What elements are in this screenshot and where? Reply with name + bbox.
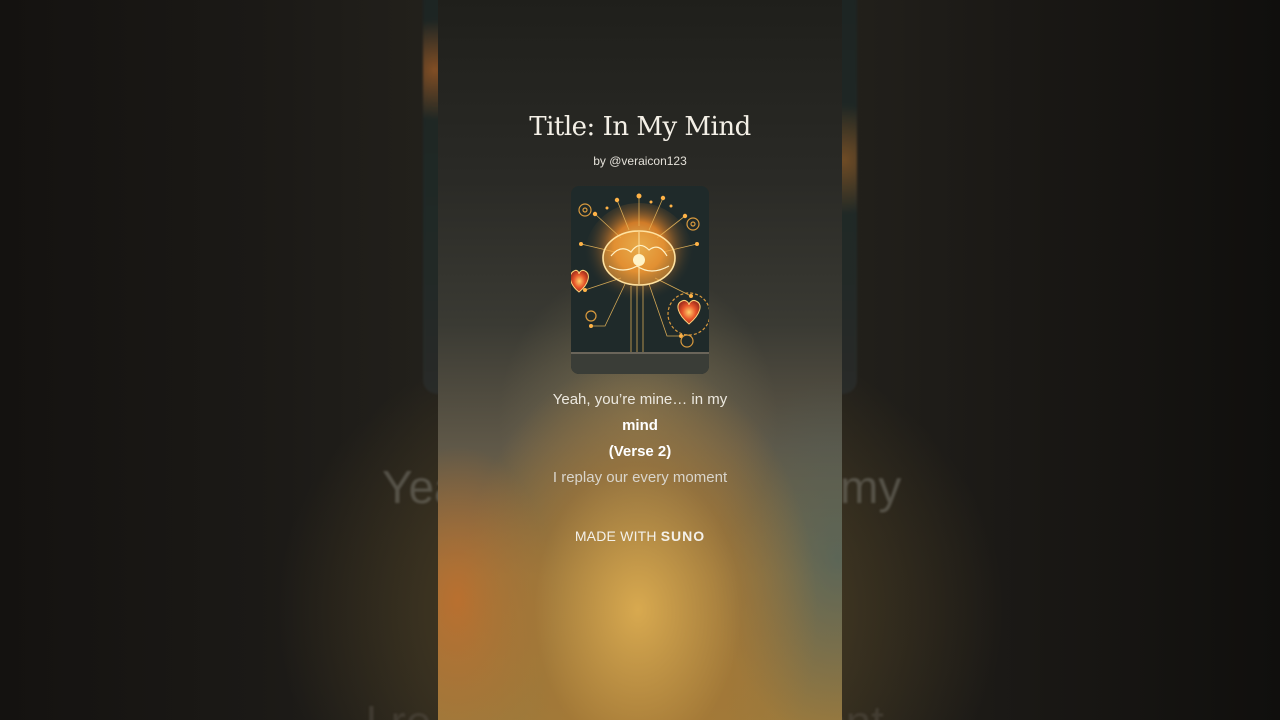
lyric-line: Yeah, you’re mine… in my <box>552 391 728 408</box>
made-with-suno-badge: MADE WITH SUNO <box>438 528 842 544</box>
brain-circuit-heart-icon <box>571 186 709 374</box>
lyric-line-current: mind <box>622 417 658 434</box>
background-lyric-bottom-left: I re <box>365 695 431 720</box>
song-artist-byline: by @veraicon123 <box>593 154 687 168</box>
song-card-panel: Title: In My Mind by @veraicon123 Yeah, … <box>438 0 842 720</box>
album-artwork <box>571 186 709 374</box>
lyrics-block: Yeah, you’re mine… in my mind (Verse 2) … <box>438 389 842 493</box>
made-with-label: MADE WITH <box>574 528 657 544</box>
background-lyric-right: my <box>840 461 902 513</box>
lyric-section-label: (Verse 2) <box>608 443 672 460</box>
video-frame: Yea my I re ent Title: In My Mind by @ve… <box>0 0 1280 720</box>
lyric-line-next: I replay our every moment <box>552 469 728 486</box>
song-title: Title: In My Mind <box>529 112 751 142</box>
suno-logo: SUNO <box>660 528 706 544</box>
